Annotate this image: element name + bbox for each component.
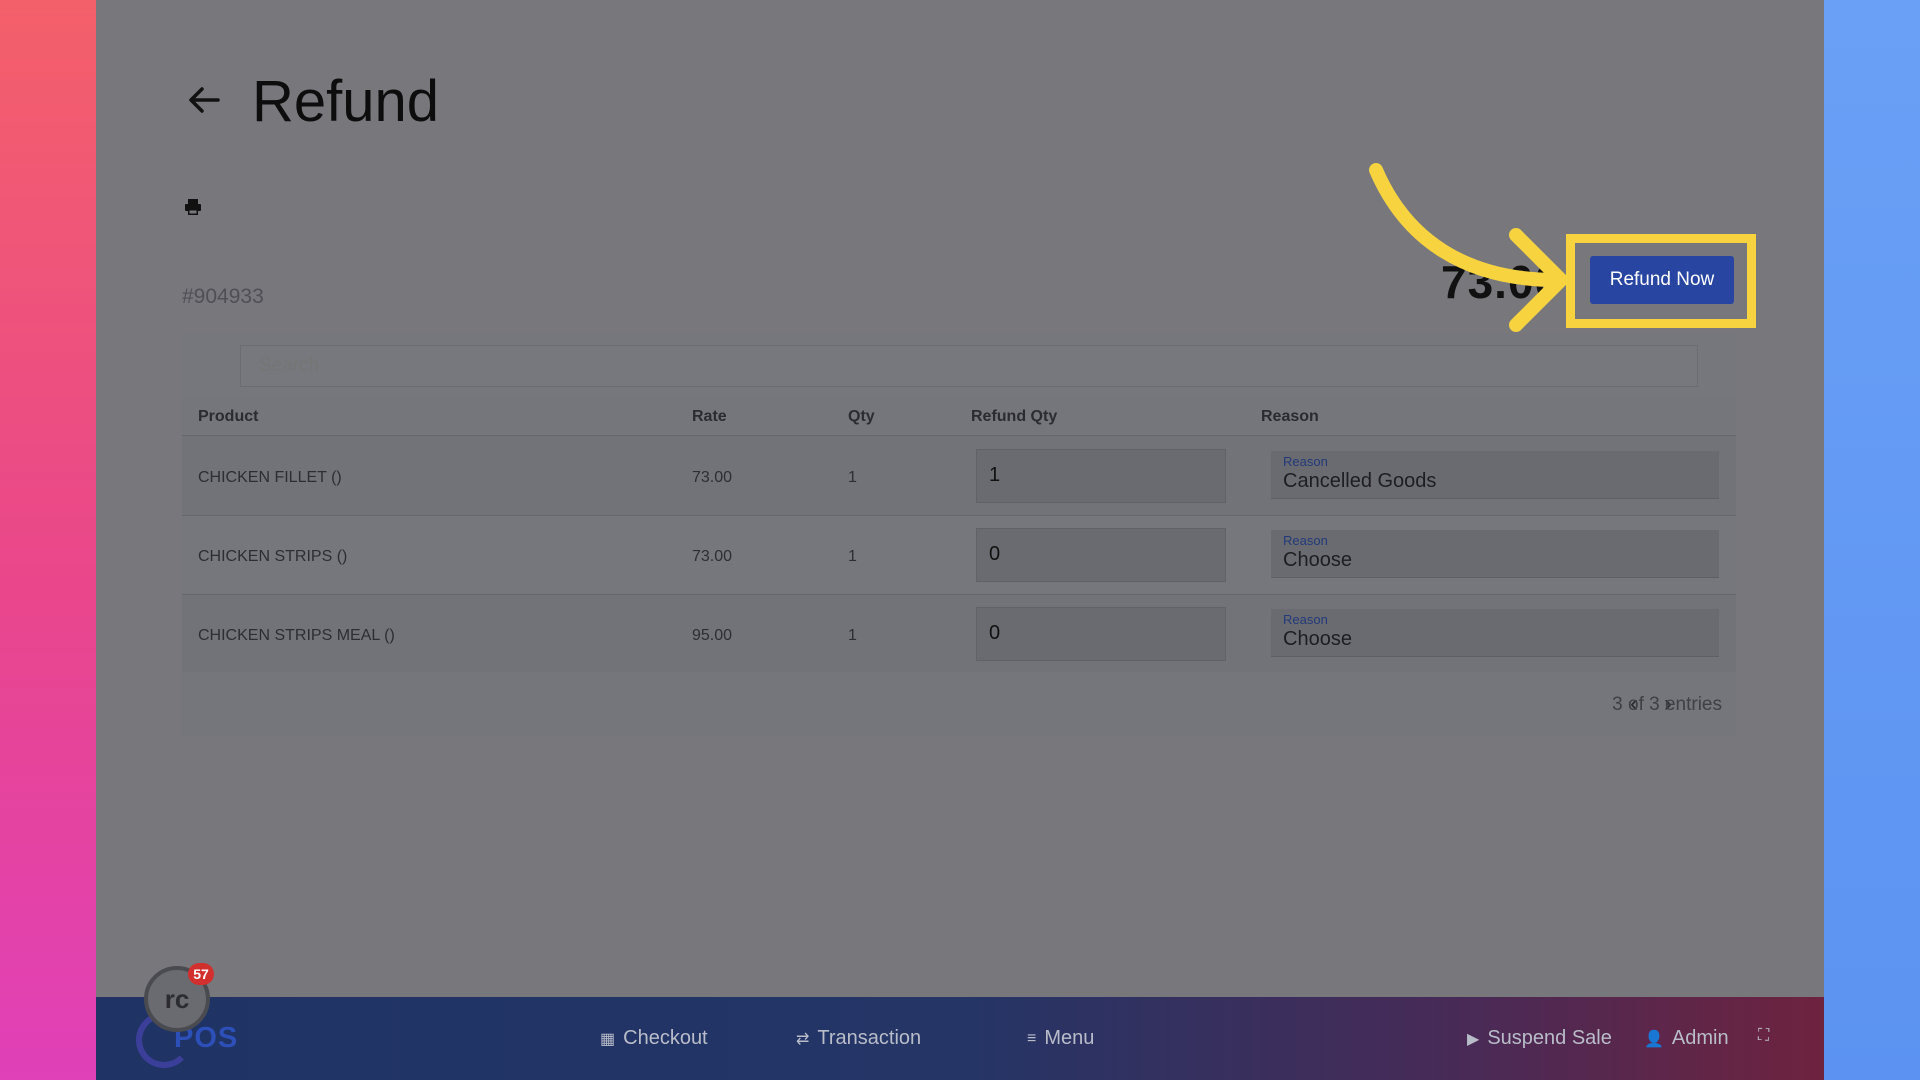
product-name: CHICKEN STRIPS MEAL () — [198, 627, 395, 644]
qty: 1 — [848, 469, 857, 486]
annotation-arrow-icon — [1369, 163, 1568, 332]
reason-value: Choose — [1283, 549, 1352, 571]
grid-icon: ▦ — [600, 1030, 616, 1048]
notification-badge: 57 — [188, 963, 214, 985]
swap-icon: ⇄ — [796, 1030, 810, 1048]
admin-button[interactable]: 👤 Admin — [1644, 1027, 1729, 1050]
user-icon: 👤 — [1644, 1030, 1664, 1048]
order-number: #904933 — [182, 285, 264, 308]
suspend-sale-button[interactable]: ▶ Suspend Sale — [1467, 1027, 1612, 1050]
nav-transaction-label: Transaction — [817, 1027, 922, 1049]
qty: 1 — [848, 627, 857, 644]
header-rate: Rate — [692, 408, 727, 425]
table-row: CHICKEN FILLET () 73.00 1 1 Reason Cance… — [182, 437, 1736, 516]
header-reason: Reason — [1261, 408, 1319, 425]
header-product: Product — [198, 408, 259, 425]
refund-now-button[interactable]: Refund Now — [1590, 256, 1734, 304]
admin-label: Admin — [1671, 1027, 1729, 1049]
print-icon[interactable] — [184, 198, 202, 216]
play-icon: ▶ — [1467, 1030, 1480, 1048]
reason-value: Cancelled Goods — [1283, 470, 1437, 492]
refund-qty-input[interactable]: 1 — [976, 449, 1226, 503]
fullscreen-button[interactable]: ⛶ — [1758, 1027, 1769, 1045]
pagination: ‹ › 3 of 3 entries — [182, 672, 1736, 736]
search-bar — [182, 334, 1736, 396]
table-header: Product Rate Qty Refund Qty Reason — [182, 396, 1736, 436]
product-name: CHICKEN STRIPS () — [198, 548, 348, 565]
reason-value: Choose — [1283, 628, 1352, 650]
reason-label: Reason — [1283, 454, 1328, 469]
search-input[interactable] — [240, 345, 1698, 387]
rate: 73.00 — [692, 469, 733, 486]
qty: 1 — [848, 548, 857, 565]
reason-select[interactable]: Reason Cancelled Goods — [1271, 451, 1719, 499]
app-window: Refund #904933 73.00 Refund Now Product … — [96, 0, 1824, 1080]
bottom-nav-bar: POS ▦ Checkout ⇄ Transaction ≡ Menu ▶ Su… — [96, 997, 1824, 1080]
background-right — [1824, 0, 1920, 1080]
product-name: CHICKEN FILLET () — [198, 469, 342, 486]
back-arrow-icon[interactable] — [184, 80, 224, 120]
rate: 95.00 — [692, 627, 733, 644]
refund-qty-input[interactable]: 0 — [976, 607, 1226, 661]
nav-menu[interactable]: ≡ Menu — [1027, 1027, 1094, 1050]
table-row: CHICKEN STRIPS MEAL () 95.00 1 0 Reason … — [182, 595, 1736, 674]
nav-transaction[interactable]: ⇄ Transaction — [796, 1027, 921, 1050]
nav-checkout[interactable]: ▦ Checkout — [600, 1027, 708, 1050]
header-refund-qty: Refund Qty — [971, 408, 1058, 425]
entries-count: 3 of 3 entries — [1612, 694, 1722, 715]
fullscreen-icon: ⛶ — [1758, 1027, 1770, 1044]
reason-select[interactable]: Reason Choose — [1271, 609, 1719, 657]
reason-label: Reason — [1283, 612, 1328, 627]
suspend-sale-label: Suspend Sale — [1487, 1027, 1612, 1049]
page-title: Refund — [252, 69, 440, 134]
table-row: CHICKEN STRIPS () 73.00 1 0 Reason Choos… — [182, 516, 1736, 595]
refund-table-card: Product Rate Qty Refund Qty Reason CHICK… — [182, 334, 1736, 736]
nav-checkout-label: Checkout — [623, 1027, 708, 1049]
rate: 73.00 — [692, 548, 733, 565]
menu-icon: ≡ — [1027, 1029, 1037, 1047]
refund-qty-input[interactable]: 0 — [976, 528, 1226, 582]
nav-menu-label: Menu — [1044, 1027, 1095, 1049]
table-body: CHICKEN FILLET () 73.00 1 1 Reason Cance… — [182, 437, 1736, 674]
reason-select[interactable]: Reason Choose — [1271, 530, 1719, 578]
header-qty: Qty — [848, 408, 875, 425]
reason-label: Reason — [1283, 533, 1328, 548]
background-left — [0, 0, 96, 1080]
